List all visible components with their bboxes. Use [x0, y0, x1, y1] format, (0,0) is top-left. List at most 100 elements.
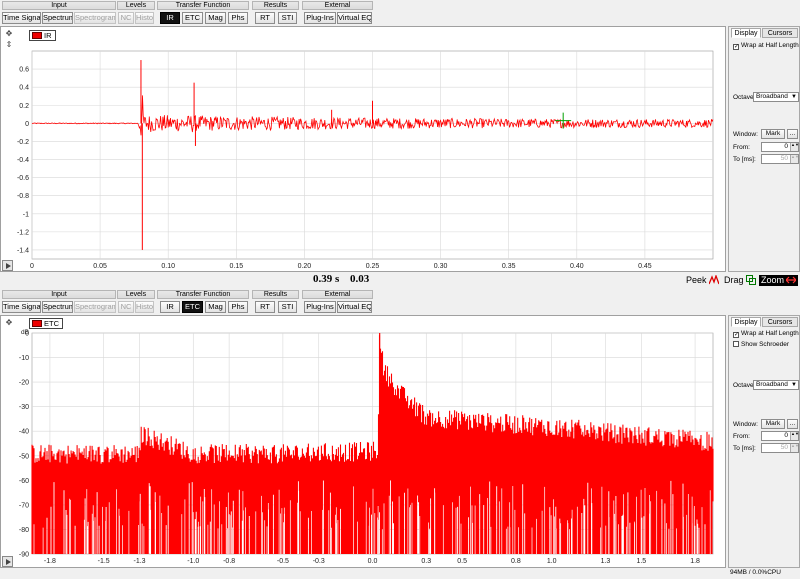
- tab-display[interactable]: Display: [731, 317, 761, 327]
- ir-plot-panel[interactable]: ✥ ⇕ IR 0 0.05 0.10 0.15 0.20 0.25 0.30 0.35 0.40…: [0, 26, 726, 272]
- y-tick-label: -0.2: [17, 139, 29, 146]
- tab-cursors[interactable]: Cursors: [762, 317, 798, 327]
- top-toolbar: Input Time Signal Spectrum Spectrogram L…: [0, 0, 800, 26]
- checkbox-box[interactable]: [733, 341, 739, 347]
- x-tick-label: 1.0: [547, 558, 557, 565]
- y-tick-label: -70: [19, 502, 29, 509]
- from-label: From:: [733, 433, 750, 440]
- ir-button[interactable]: IR: [160, 12, 180, 24]
- ir-button[interactable]: IR: [160, 301, 180, 313]
- spin-arrows-icon[interactable]: ▲▼: [790, 444, 799, 452]
- from-field[interactable]: 0 ▲▼: [761, 142, 799, 152]
- phs-button[interactable]: Phs: [228, 12, 248, 24]
- etc-chart[interactable]: -1.8 -1.5 -1.3 -1.0 -0.8 -0.5 -0.3 0.0 0.3 0.5 0.8…: [1, 316, 725, 567]
- plug-ins-button[interactable]: Plug-Ins: [304, 301, 336, 313]
- mag-button[interactable]: Mag: [205, 301, 226, 313]
- octave-select[interactable]: Broadband ▼: [753, 380, 799, 390]
- external-group: External Plug-Ins Virtual EQ: [302, 1, 373, 25]
- to-label: To [ms]:: [733, 445, 756, 452]
- spectrogram-button[interactable]: Spectrogram: [74, 301, 116, 313]
- window-more-button[interactable]: ...: [787, 129, 798, 139]
- sti-button[interactable]: STI: [278, 301, 297, 313]
- drag-tool[interactable]: Drag: [724, 275, 756, 286]
- zoom-tool[interactable]: Zoom: [759, 275, 799, 286]
- group-title: Levels: [117, 290, 155, 299]
- transfer-function-group: Transfer Function IR ETC Mag Phs: [157, 290, 249, 314]
- to-field[interactable]: 50 ▲▼: [761, 154, 799, 164]
- to-value: 50: [780, 444, 788, 451]
- y-tick-label: -1.4: [17, 247, 29, 254]
- rt-button[interactable]: RT: [255, 301, 275, 313]
- group-title: Results: [252, 290, 299, 299]
- chevron-down-icon: ▼: [791, 94, 797, 100]
- phs-button[interactable]: Phs: [228, 301, 248, 313]
- from-value: 0: [784, 143, 788, 150]
- wrap-half-length-checkbox[interactable]: ✓ Wrap at Half Length: [733, 330, 799, 338]
- rt-button[interactable]: RT: [255, 12, 275, 24]
- group-title: Levels: [117, 1, 155, 10]
- mark-button[interactable]: Mark: [761, 419, 785, 429]
- group-title: External: [302, 1, 373, 10]
- ir-chart[interactable]: 0 0.05 0.10 0.15 0.20 0.25 0.30 0.35 0.40 0.450.6…: [1, 27, 725, 271]
- group-title: Transfer Function: [157, 1, 249, 10]
- spin-arrows-icon[interactable]: ▲▼: [790, 155, 799, 163]
- tab-cursors[interactable]: Cursors: [762, 28, 798, 38]
- y-tick-label: -0.6: [17, 175, 29, 182]
- checkbox-box[interactable]: ✓: [733, 44, 739, 50]
- x-tick-label: 0.05: [93, 263, 107, 270]
- histo-button[interactable]: Histo: [135, 301, 154, 313]
- group-title: Transfer Function: [157, 290, 249, 299]
- x-tick-label: 0.25: [366, 263, 380, 270]
- etc-button[interactable]: ETC: [182, 12, 203, 24]
- y-tick-label: -1.2: [17, 229, 29, 236]
- histo-button[interactable]: Histo: [135, 12, 154, 24]
- transfer-function-group: Transfer Function IR ETC Mag Phs: [157, 1, 249, 25]
- results-group: Results RT STI: [252, 1, 299, 25]
- etc-sidebar: Display Cursors ✓ Wrap at Half Length Sho…: [728, 315, 800, 568]
- etc-button[interactable]: ETC: [182, 301, 203, 313]
- virtual-eq-button[interactable]: Virtual EQ: [337, 12, 372, 24]
- nc-button[interactable]: NC: [118, 12, 134, 24]
- x-tick-label: -1.5: [98, 558, 110, 565]
- bottom-toolbar: Input Time Signal Spectrum Spectrogram L…: [0, 289, 800, 315]
- mark-button[interactable]: Mark: [761, 129, 785, 139]
- plug-ins-button[interactable]: Plug-Ins: [304, 12, 336, 24]
- spectrogram-button[interactable]: Spectrogram: [74, 12, 116, 24]
- from-value: 0: [784, 432, 788, 439]
- spectrum-button[interactable]: Spectrum: [42, 301, 73, 313]
- window-more-button[interactable]: ...: [787, 419, 798, 429]
- x-tick-label: -1.3: [133, 558, 145, 565]
- spin-arrows-icon[interactable]: ▲▼: [790, 432, 799, 440]
- tab-display[interactable]: Display: [731, 28, 761, 38]
- checkbox-box[interactable]: ✓: [733, 332, 739, 338]
- time-signal-button[interactable]: Time Signal: [2, 301, 41, 313]
- to-field[interactable]: 50 ▲▼: [761, 443, 799, 453]
- levels-group: Levels NC Histo: [117, 290, 155, 314]
- nc-button[interactable]: NC: [118, 301, 134, 313]
- wrap-half-length-checkbox[interactable]: ✓ Wrap at Half Length: [733, 42, 799, 50]
- cursor-time-readout: 0.39 s: [313, 273, 340, 285]
- octave-select[interactable]: Broadband ▼: [753, 92, 799, 102]
- x-tick-label: -1.8: [44, 558, 56, 565]
- x-tick-label: 0.30: [434, 263, 448, 270]
- etc-plot-panel[interactable]: ✥ ETC -1.8 -1.5 -1.3 -1.0 -0.8 -0.5 -0.3 0.0 0.3…: [0, 315, 726, 568]
- input-group: Input Time Signal Spectrum Spectrogram: [2, 1, 116, 25]
- peek-tool[interactable]: Peek: [686, 275, 719, 286]
- mag-button[interactable]: Mag: [205, 12, 226, 24]
- to-value: 50: [780, 155, 788, 162]
- octave-value: Broadband: [756, 93, 788, 100]
- x-tick-label: 0.15: [229, 263, 243, 270]
- time-signal-button[interactable]: Time Signal: [2, 12, 41, 24]
- levels-group: Levels NC Histo: [117, 1, 155, 25]
- virtual-eq-button[interactable]: Virtual EQ: [337, 301, 372, 313]
- sti-button[interactable]: STI: [278, 12, 297, 24]
- spectrum-button[interactable]: Spectrum: [42, 12, 73, 24]
- show-schroeder-checkbox[interactable]: Show Schroeder: [733, 341, 789, 349]
- checkbox-label: Wrap at Half Length: [741, 330, 799, 337]
- spin-arrows-icon[interactable]: ▲▼: [790, 143, 799, 151]
- from-field[interactable]: 0 ▲▼: [761, 431, 799, 441]
- to-label: To [ms]:: [733, 156, 756, 163]
- checkbox-label: Show Schroeder: [741, 341, 790, 348]
- cursor-readout-bar: 0.39 s 0.03 Peek Drag Zoom: [0, 272, 800, 288]
- x-tick-label: 1.5: [636, 558, 646, 565]
